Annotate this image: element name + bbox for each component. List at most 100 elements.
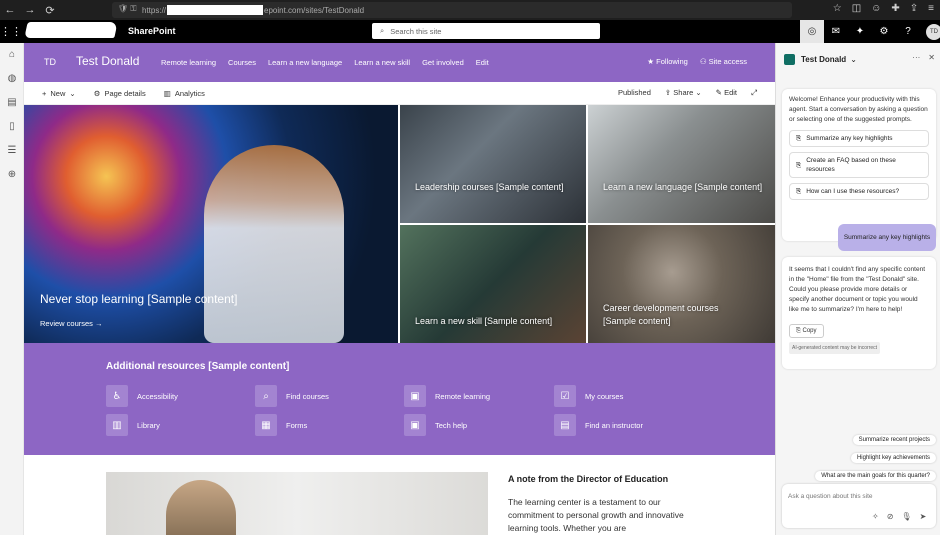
forward-icon[interactable]: → xyxy=(20,4,40,16)
page-details-button[interactable]: ⚙ Page details xyxy=(94,89,146,98)
review-courses-link[interactable]: Review courses → xyxy=(40,319,103,328)
url-prefix: https:// xyxy=(142,5,167,15)
remote-learning-icon: ▣ xyxy=(404,385,426,407)
resource-tech-help[interactable]: ▣ Tech help xyxy=(404,414,467,436)
director-image xyxy=(106,472,488,535)
prompt-how-to-use[interactable]: ⎘ How can I use these resources? xyxy=(789,183,929,200)
hero-tile-career[interactable]: Career development courses [Sample conte… xyxy=(588,225,775,343)
resources-title: Additional resources [Sample content] xyxy=(106,361,290,372)
resource-find-instructor[interactable]: ▤ Find an instructor xyxy=(554,414,643,436)
library-icon: ▥ xyxy=(106,414,128,436)
share-button[interactable]: ⇪ Share ⌄ xyxy=(665,88,702,98)
forms-icon: ▦ xyxy=(255,414,277,436)
pocket-icon[interactable]: ◫ xyxy=(852,3,861,14)
bookmark-star-icon[interactable]: ☆ xyxy=(833,3,842,14)
globe-icon[interactable]: ◍ xyxy=(0,67,24,91)
nav-edit[interactable]: Edit xyxy=(476,58,489,67)
back-icon[interactable]: ← xyxy=(0,4,20,16)
chevron-down-icon[interactable]: ⌄ xyxy=(850,55,857,64)
chart-icon: ▥ xyxy=(163,88,171,98)
site-header: TD Test Donald Remote learning Courses L… xyxy=(24,43,775,82)
new-button[interactable]: + New ⌄ xyxy=(42,89,76,98)
news-icon[interactable]: ▤ xyxy=(0,91,24,115)
reload-icon[interactable]: ⟳ xyxy=(40,4,60,17)
attach-icon[interactable]: ⊘ xyxy=(887,512,894,521)
sparkle-icon[interactable]: ✦ xyxy=(848,26,872,37)
copy-icon: ⎘ xyxy=(796,328,801,334)
prompt-create-faq[interactable]: ⎘ Create an FAQ based on these resources xyxy=(789,152,929,178)
nav-learn-skill[interactable]: Learn a new skill xyxy=(354,58,410,67)
search-icon: ⌕ xyxy=(255,385,277,407)
nav-learn-language[interactable]: Learn a new language xyxy=(268,58,342,67)
edit-button[interactable]: ✎ Edit xyxy=(716,88,737,98)
ai-disclaimer: AI-generated content may be incorrect xyxy=(789,342,881,354)
megaphone-icon[interactable]: ✉ xyxy=(824,26,848,37)
checklist-icon: ☑ xyxy=(554,385,576,407)
resources-section: Additional resources [Sample content] ♿ … xyxy=(24,343,775,455)
more-icon[interactable]: ··· xyxy=(912,53,920,62)
account-icon[interactable]: ☺ xyxy=(871,3,881,14)
close-icon[interactable]: ✕ xyxy=(928,53,935,62)
copilot-pane: Test Donald ⌄ ··· ✕ Welcome! Enhance you… xyxy=(775,43,940,535)
site-search-input[interactable]: ⌕ Search this site xyxy=(372,23,600,39)
suggestion-main-goals[interactable]: What are the main goals for this quarter… xyxy=(815,471,936,481)
share-icon[interactable]: ⇪ xyxy=(910,3,918,14)
site-logo[interactable]: TD xyxy=(38,52,62,72)
pane-header: Test Donald ⌄ ··· ✕ xyxy=(776,43,940,75)
browser-toolbar: ← → ⟳ https:// epoint.com/sites/TestDona… xyxy=(0,0,940,20)
help-icon[interactable]: ? xyxy=(896,26,920,37)
site-access-button[interactable]: ⚇ Site access xyxy=(700,57,747,66)
resource-remote-learning[interactable]: ▣ Remote learning xyxy=(404,385,490,407)
create-icon[interactable]: ⊕ xyxy=(0,163,24,187)
resource-my-courses[interactable]: ☑ My courses xyxy=(554,385,623,407)
copilot-icon[interactable]: ◎ xyxy=(800,20,824,43)
analytics-button[interactable]: ▥ Analytics xyxy=(164,89,205,98)
resource-library[interactable]: ▥ Library xyxy=(106,414,160,436)
following-button[interactable]: ★ Following xyxy=(647,57,688,66)
address-bar[interactable]: https:// epoint.com/sites/TestDonald xyxy=(112,2,792,18)
hero-tile-skill[interactable]: Learn a new skill [Sample content] xyxy=(400,225,586,343)
search-placeholder: Search this site xyxy=(390,26,442,36)
microphone-icon[interactable]: 🎙 xyxy=(901,512,911,521)
settings-gear-icon[interactable]: ⚙ xyxy=(872,26,896,37)
home-icon[interactable]: ⌂ xyxy=(0,43,24,67)
list-icon[interactable]: ☰ xyxy=(0,139,24,163)
user-avatar[interactable]: TD xyxy=(926,23,940,40)
share-icon: ⇪ xyxy=(664,88,672,97)
resource-accessibility[interactable]: ♿ Accessibility xyxy=(106,385,178,407)
hero-tile-title: Learn a new language [Sample content] xyxy=(603,182,763,192)
suggestion-key-achievements[interactable]: Highlight key achievements xyxy=(850,453,936,463)
app-rail: ⌂ ◍ ▤ ▯ ☰ ⊕ xyxy=(0,43,24,535)
prompt-icon: ⎘ xyxy=(796,161,802,169)
suggestion-recent-projects[interactable]: Summarize recent projects xyxy=(852,435,936,445)
site-title[interactable]: Test Donald xyxy=(76,54,139,68)
agent-name[interactable]: Test Donald xyxy=(801,55,846,64)
copy-button[interactable]: ⎘ Copy xyxy=(789,324,824,338)
extensions-icon[interactable]: ✚ xyxy=(891,3,899,14)
ask-placeholder: Ask a question about this site xyxy=(788,493,873,500)
site-info-icon[interactable]: 🛡 ⚿ xyxy=(118,4,136,14)
prompt-gallery-icon[interactable]: ✧ xyxy=(872,512,879,521)
agent-reply: It seems that I couldn't find any specif… xyxy=(782,257,936,369)
hero-tile-language[interactable]: Learn a new language [Sample content] xyxy=(588,105,775,223)
hero-main-tile[interactable]: Never stop learning [Sample content] Rev… xyxy=(24,105,398,343)
resource-find-courses[interactable]: ⌕ Find courses xyxy=(255,385,329,407)
menu-icon[interactable]: ≡ xyxy=(928,3,934,14)
app-name[interactable]: SharePoint xyxy=(128,26,176,36)
nav-get-involved[interactable]: Get involved xyxy=(422,58,464,67)
resource-forms[interactable]: ▦ Forms xyxy=(255,414,307,436)
hero-tile-title: Learn a new skill [Sample content] xyxy=(415,316,553,326)
send-icon[interactable]: ➤ xyxy=(920,512,927,521)
expand-icon[interactable]: ⤢ xyxy=(751,88,757,98)
nav-remote-learning[interactable]: Remote learning xyxy=(161,58,216,67)
hero-tile-leadership[interactable]: Leadership courses [Sample content] xyxy=(400,105,586,223)
prompt-summarize[interactable]: ⎘ Summarize any key highlights xyxy=(789,130,929,147)
star-icon: ★ xyxy=(647,57,655,66)
welcome-card: Welcome! Enhance your productivity with … xyxy=(782,89,936,241)
file-icon[interactable]: ▯ xyxy=(0,115,24,139)
app-launcher-icon[interactable]: ⋮⋮⋮ xyxy=(0,25,33,38)
nav-courses[interactable]: Courses xyxy=(228,58,256,67)
chevron-down-icon: ⌄ xyxy=(69,88,76,98)
lower-section: A note from the Director of Education Th… xyxy=(24,455,775,535)
ask-input[interactable]: Ask a question about this site ✧ ⊘ 🎙 ➤ xyxy=(782,484,936,528)
